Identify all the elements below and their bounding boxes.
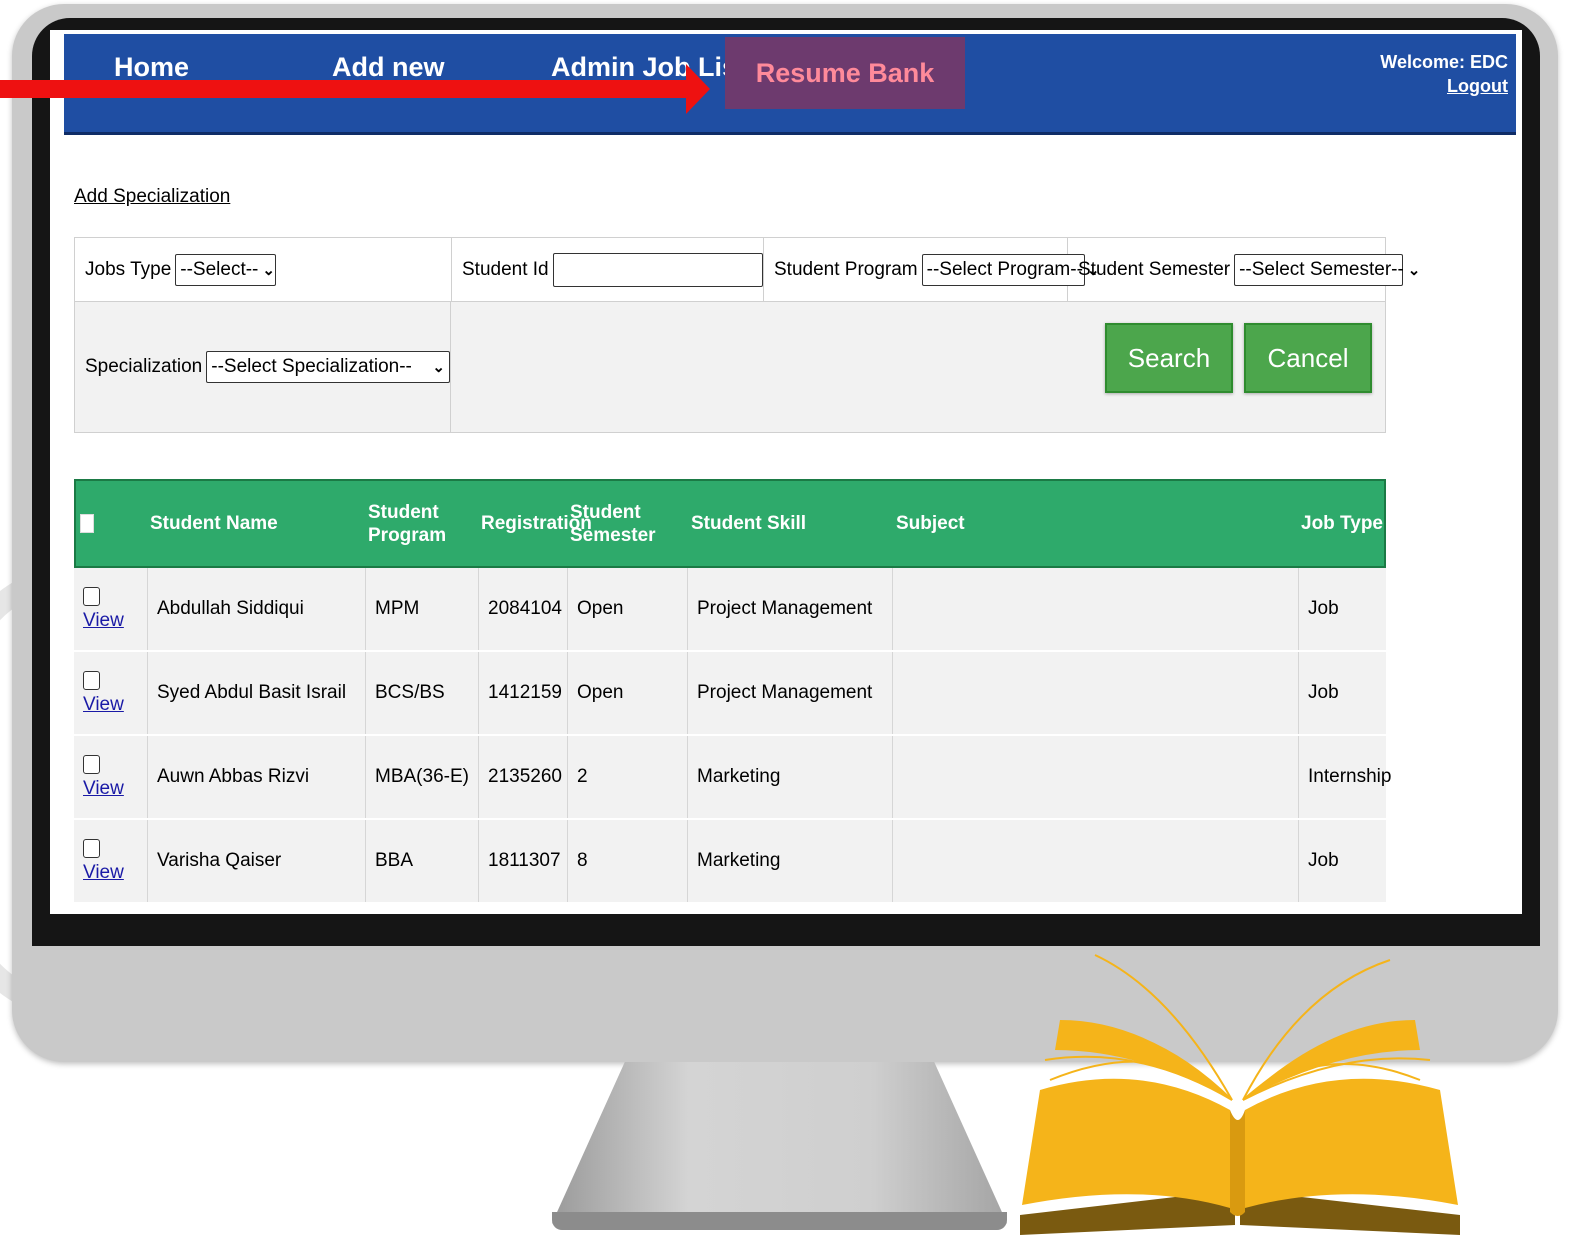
nav-home[interactable]: Home [114,52,189,83]
header-job-type: Job Type [1301,513,1383,534]
student-semester-cell: Student Semester --Select Semester-- ⌄ [1068,238,1420,301]
student-semester-value: --Select Semester-- [1239,258,1404,280]
row-checkbox[interactable] [83,670,100,690]
student-skill-cell: Project Management [688,568,893,650]
header-student-name: Student Name [150,513,278,534]
row-select-cell: View [74,652,148,734]
student-semester-select[interactable]: --Select Semester-- ⌄ [1234,253,1420,286]
student-name-cell: Abdullah Siddiqui [148,568,366,650]
nav-resume-bank[interactable]: Resume Bank [725,37,965,109]
view-link[interactable]: View [83,694,124,716]
student-skill-cell: Project Management [688,652,893,734]
student-id-input[interactable] [552,252,763,287]
pointer-arrow [0,80,690,98]
student-skill-cell: Marketing [688,736,893,818]
chevron-down-icon: ⌄ [262,261,275,279]
student-program-cell: MPM [366,568,479,650]
specialization-select[interactable]: --Select Specialization-- ⌄ [206,351,450,383]
student-program-value: --Select Program-- [926,258,1083,280]
select-all-checkbox[interactable] [80,481,94,566]
open-book-icon [1020,954,1460,1235]
subject-cell [893,736,1299,818]
jobs-type-select[interactable]: --Select-- ⌄ [175,253,277,286]
student-semester-label: Student Semester [1078,258,1231,280]
job-type-cell: Internship [1308,766,1392,787]
monitor-stand [552,1062,1007,1224]
subject-cell [893,652,1299,734]
welcome-text: Welcome: EDC [1380,52,1508,72]
jobs-type-value: --Select-- [180,258,259,280]
student-semester-cell: 8 [568,820,688,902]
add-specialization-link[interactable]: Add Specialization [74,186,230,208]
registration-cell: 1412159 [479,652,568,734]
student-id-cell: Student Id [452,238,764,301]
row-select-cell: View [74,820,148,902]
view-link[interactable]: View [83,610,124,632]
specialization-cell: Specialization --Select Specialization--… [75,302,451,432]
subject-cell [893,820,1299,902]
student-grid: Student Name Student Program Registratio… [74,479,1392,904]
job-type-cell: Job [1308,598,1339,619]
row-select-cell: View [74,736,148,818]
specialization-label: Specialization [85,356,203,377]
table-row: View Syed Abdul Basit Israil BCS/BS 1412… [74,652,1386,736]
row-checkbox[interactable] [83,586,100,606]
monitor-stand-base [552,1212,1007,1230]
filter-row-1: Jobs Type --Select-- ⌄ Student Id Studen… [75,238,1420,302]
pointer-arrow-head [686,64,710,114]
logout-link[interactable]: Logout [1447,76,1508,96]
header-subject: Subject [896,513,965,534]
student-program-label: Student Program [774,258,918,280]
student-program-cell: BBA [366,820,479,902]
student-semester-cell: 2 [568,736,688,818]
row-select-cell: View [74,568,148,650]
view-link[interactable]: View [83,778,124,800]
jobs-type-cell: Jobs Type --Select-- ⌄ [75,238,452,301]
student-program-cell: BCS/BS [366,652,479,734]
welcome-area: Welcome: EDC Logout [1380,50,1508,98]
view-link[interactable]: View [83,862,124,884]
student-program-cell: MBA(36-E) [366,736,479,818]
screen: Home Add new Admin Job List Resume Bank … [50,30,1522,914]
student-name-cell: Varisha Qaiser [148,820,366,902]
registration-cell: 1811307 [479,820,568,902]
specialization-value: --Select Specialization-- [211,356,412,377]
student-semester-cell: Open [568,652,688,734]
table-row: View Varisha Qaiser BBA 1811307 8 Market… [74,820,1386,904]
search-button[interactable]: Search [1105,323,1233,393]
nav-admin-job-list[interactable]: Admin Job List [551,52,746,83]
chevron-down-icon: ⌄ [1407,261,1421,279]
student-program-cell: Student Program --Select Program-- ⌄ [764,238,1099,301]
jobs-type-label: Jobs Type [85,258,172,280]
header-student-program: Student Program [368,501,447,546]
student-semester-cell: Open [568,568,688,650]
header-student-semester: Student Semester [570,501,656,546]
nav-add-new[interactable]: Add new [332,52,445,83]
row-checkbox[interactable] [83,754,100,774]
student-id-label: Student Id [462,258,549,280]
cancel-button[interactable]: Cancel [1244,323,1372,393]
table-row: View Auwn Abbas Rizvi MBA(36-E) 2135260 … [74,736,1392,820]
header-student-skill: Student Skill [691,513,807,534]
job-type-cell: Job [1308,850,1339,871]
subject-cell [893,568,1299,650]
row-checkbox[interactable] [83,838,100,858]
chevron-down-icon: ⌄ [432,359,445,376]
registration-cell: 2084104 [479,568,568,650]
job-type-cell: Job [1308,682,1339,703]
grid-header: Student Name Student Program Registratio… [74,479,1386,568]
student-program-select[interactable]: --Select Program-- ⌄ [921,253,1099,286]
student-name-cell: Syed Abdul Basit Israil [148,652,366,734]
filter-panel: Jobs Type --Select-- ⌄ Student Id Studen… [74,237,1420,433]
student-name-cell: Auwn Abbas Rizvi [148,736,366,818]
registration-cell: 2135260 [479,736,568,818]
table-row: View Abdullah Siddiqui MPM 2084104 Open … [74,568,1386,652]
student-skill-cell: Marketing [688,820,893,902]
